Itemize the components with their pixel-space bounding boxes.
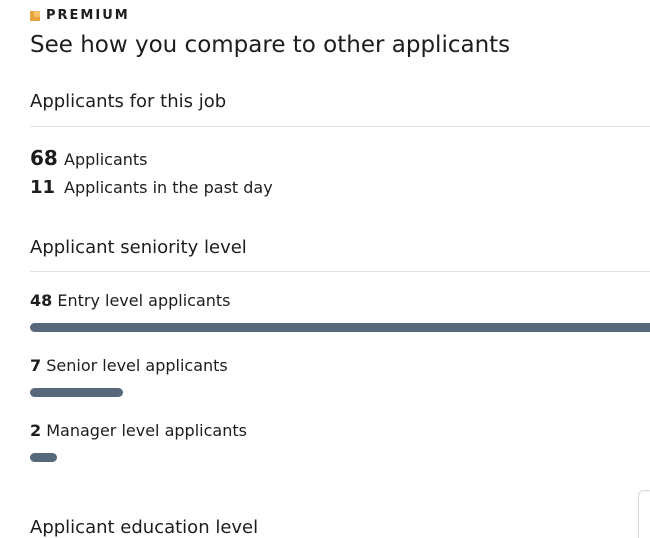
section-divider (30, 271, 650, 272)
premium-insights-page: PREMIUM See how you compare to other app… (0, 0, 650, 538)
seniority-section-title: Applicant seniority level (30, 237, 247, 258)
page-title: See how you compare to other applicants (30, 32, 511, 58)
seniority-level-senior: 7 Senior level applicants (30, 356, 228, 375)
premium-badge: PREMIUM (30, 8, 130, 23)
total-applicants-count: 68 (30, 146, 58, 170)
past-day-applicants-stat: 11 Applicants in the past day (30, 177, 273, 198)
seniority-level-manager: 2 Manager level applicants (30, 421, 247, 440)
premium-label: PREMIUM (46, 8, 130, 23)
applicants-section-title: Applicants for this job (30, 91, 227, 112)
seniority-label: Manager level applicants (46, 421, 247, 440)
past-day-applicants-label: Applicants in the past day (64, 178, 273, 197)
seniority-bar-manager (30, 453, 57, 462)
seniority-count: 7 (30, 356, 42, 375)
past-day-applicants-count: 11 (30, 177, 56, 198)
seniority-level-entry: 48 Entry level applicants (30, 291, 231, 310)
seniority-count: 48 (30, 291, 53, 310)
seniority-count: 2 (30, 421, 42, 440)
premium-icon (30, 10, 40, 21)
seniority-bar-senior (30, 388, 123, 397)
seniority-label: Entry level applicants (57, 291, 231, 310)
education-section-title: Applicant education level (30, 517, 259, 538)
seniority-label: Senior level applicants (46, 356, 228, 375)
side-panel-edge (638, 490, 650, 538)
total-applicants-stat: 68 Applicants (30, 146, 148, 170)
total-applicants-label: Applicants (64, 150, 148, 169)
section-divider (30, 126, 650, 127)
seniority-bar-entry (30, 323, 650, 332)
